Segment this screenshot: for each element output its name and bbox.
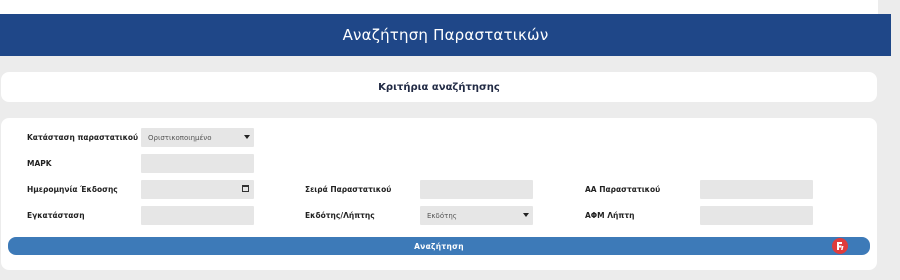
afm-label: ΑΦΜ Λήπτη: [585, 211, 635, 220]
chevron-down-icon: [523, 213, 529, 217]
aa-input[interactable]: [700, 180, 813, 199]
issuer-receiver-select[interactable]: Εκδότης: [420, 206, 533, 225]
installation-input[interactable]: [141, 206, 254, 225]
top-strip: [0, 0, 878, 14]
page-title: Αναζήτηση Παραστατικών: [0, 14, 891, 56]
mark-label: ΜΑΡΚ: [27, 159, 52, 168]
status-select[interactable]: Οριστικοποιημένο: [141, 128, 254, 147]
issue-date-input[interactable]: [141, 180, 254, 199]
chevron-down-icon: [244, 135, 250, 139]
calendar-icon[interactable]: [242, 185, 249, 192]
helper-badge-icon[interactable]: [832, 238, 848, 254]
search-button[interactable]: Αναζήτηση: [8, 237, 870, 255]
status-select-value: Οριστικοποιημένο: [148, 133, 212, 142]
issue-date-label: Ημερομηνία Έκδοσης: [27, 185, 118, 194]
status-label: Κατάσταση παραστατικού: [27, 133, 139, 142]
series-label: Σειρά Παραστατικού: [305, 185, 392, 194]
aa-label: ΑΑ Παραστατικού: [585, 185, 661, 194]
bottom-strip: [0, 270, 878, 280]
criteria-header: Κριτήρια αναζήτησης: [1, 72, 877, 102]
issuer-receiver-select-value: Εκδότης: [427, 211, 457, 220]
series-input[interactable]: [420, 180, 533, 199]
mark-input[interactable]: [141, 154, 254, 173]
issuer-receiver-label: Εκδότης/Λήπτης: [305, 211, 375, 220]
afm-input[interactable]: [700, 206, 813, 225]
installation-label: Εγκατάσταση: [27, 211, 85, 220]
